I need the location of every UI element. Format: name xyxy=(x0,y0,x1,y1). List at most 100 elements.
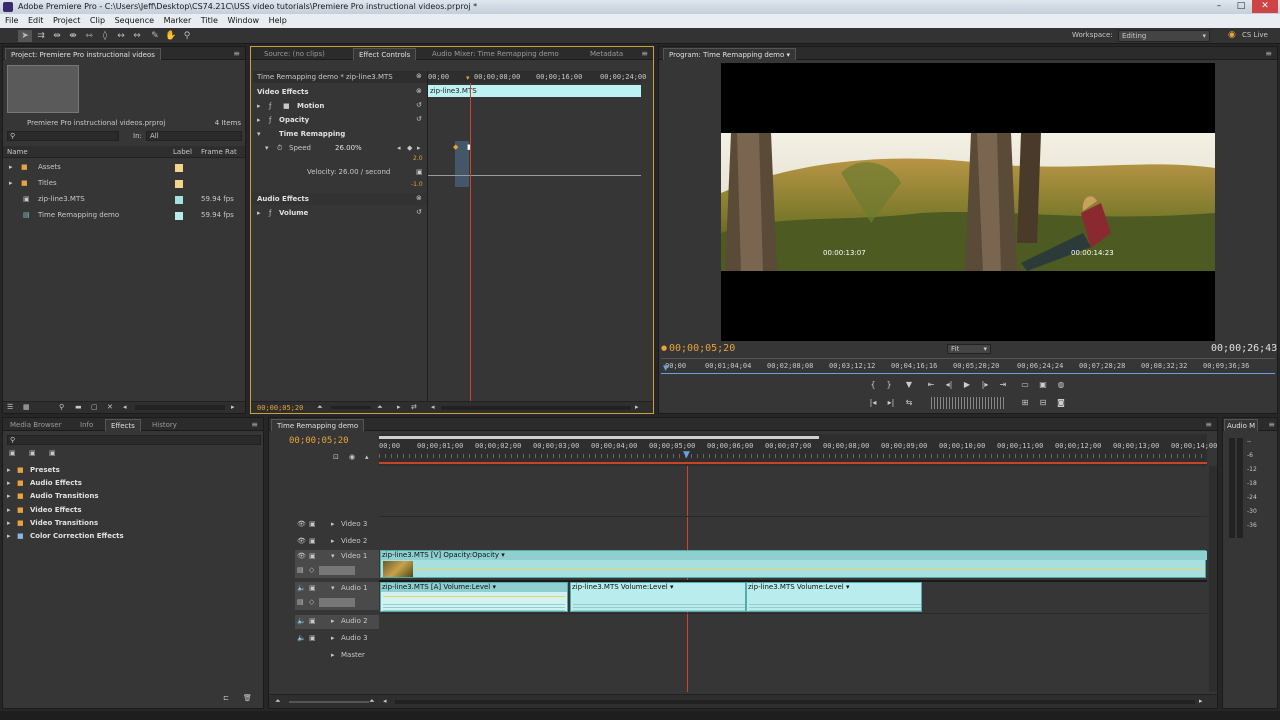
add-marker-icon[interactable]: ▴ xyxy=(365,453,369,461)
close-icon[interactable]: ✕ xyxy=(1252,0,1278,13)
trim-icon[interactable]: ◙ xyxy=(1055,398,1067,408)
menu-marker[interactable]: Marker xyxy=(164,16,192,25)
scroll-left-icon[interactable]: ◂ xyxy=(123,403,127,411)
expand-triangle-icon[interactable]: ▸ xyxy=(331,537,335,545)
expand-triangle-icon[interactable]: ▸ xyxy=(257,116,261,124)
tab-effect-controls[interactable]: Effect Controls xyxy=(353,48,417,60)
new-bin-icon[interactable]: ▬ xyxy=(75,403,82,411)
expand-triangle-icon[interactable]: ▸ xyxy=(7,506,11,514)
new-bin-icon[interactable]: ⊏ xyxy=(223,694,229,702)
menu-window[interactable]: Window xyxy=(227,16,259,25)
motion-label[interactable]: Motion xyxy=(297,102,324,110)
list-item[interactable]: ▣ zip-line3.MTS 59.94 fps xyxy=(3,193,245,207)
mark-in-icon[interactable]: { xyxy=(867,380,879,390)
keyframe-prev-icon[interactable]: ◂ xyxy=(397,144,401,152)
panel-menu-icon[interactable]: ≡ xyxy=(1265,49,1272,58)
razor-tool-icon[interactable]: ◊ xyxy=(98,30,112,42)
hand-tool-icon[interactable]: ✋ xyxy=(164,30,178,42)
play-icon[interactable]: ▶ xyxy=(961,380,973,390)
minimize-icon[interactable]: – xyxy=(1208,0,1230,13)
lock-icon[interactable]: ▣ xyxy=(309,537,316,545)
scroll-right-icon[interactable]: ▸ xyxy=(1199,697,1203,705)
tab-program[interactable]: Program: Time Remapping demo ▾ xyxy=(663,48,796,60)
column-frame-rate[interactable]: Frame Rat xyxy=(201,148,237,156)
scroll-right-icon[interactable]: ▸ xyxy=(635,403,639,411)
opacity-rubber-band[interactable] xyxy=(415,569,1205,570)
panel-menu-icon[interactable]: ≡ xyxy=(251,420,258,429)
expand-triangle-icon[interactable]: ▸ xyxy=(7,519,11,527)
lock-icon[interactable]: ▣ xyxy=(309,584,316,592)
expand-triangle-icon[interactable]: ▾ xyxy=(331,584,335,592)
expand-triangle-icon[interactable]: ▾ xyxy=(265,144,269,152)
scroll-right-icon[interactable]: ▸ xyxy=(231,403,235,411)
keyframe-navigator[interactable] xyxy=(319,598,355,607)
playhead-handle[interactable]: ▼ xyxy=(663,364,668,372)
expand-triangle-icon[interactable]: ▸ xyxy=(331,651,335,659)
playhead-handle[interactable]: ▼ xyxy=(683,450,690,460)
eye-icon[interactable]: 👁 xyxy=(297,552,306,560)
safe-margins-icon[interactable]: ▭ xyxy=(1019,380,1031,390)
lift-icon[interactable]: ⊞ xyxy=(1019,398,1031,408)
collapse-icon[interactable]: ⊗ xyxy=(416,87,422,95)
project-search-input[interactable]: ⚲ xyxy=(7,131,119,141)
expand-triangle-icon[interactable]: ▸ xyxy=(9,179,13,187)
list-item[interactable]: ▸ ■ Color Correction Effects xyxy=(3,530,263,542)
camera-icon[interactable]: ◍ xyxy=(1055,380,1067,390)
fit-select[interactable]: Fit ▾ xyxy=(947,344,991,354)
go-to-out-icon[interactable]: ⇥ xyxy=(997,380,1009,390)
speaker-icon[interactable]: 🔈 xyxy=(297,634,306,642)
panel-menu-icon[interactable]: ≡ xyxy=(1268,420,1275,429)
timeline-current-timecode[interactable]: 00;00;05;20 xyxy=(289,436,349,446)
menu-title[interactable]: Title xyxy=(201,16,218,25)
video-clip[interactable]: zip-line3.MTS [V] Opacity:Opacity ▾ xyxy=(380,550,1207,578)
play-audio-icon[interactable]: ▸ xyxy=(397,403,401,411)
reset-icon[interactable]: ↺ xyxy=(416,101,422,109)
fx-icon[interactable]: ƒ xyxy=(269,209,271,217)
tab-metadata[interactable]: Metadata xyxy=(585,48,628,60)
vertical-scrollbar[interactable] xyxy=(1209,466,1217,692)
effect-controls-timecode[interactable]: 00;00;05;20 xyxy=(257,404,303,412)
tab-info[interactable]: Info xyxy=(75,419,98,431)
step-back-icon[interactable]: ◂| xyxy=(943,380,955,390)
tab-audio-mixer[interactable]: Audio Mixer: Time Remapping demo xyxy=(427,48,564,60)
fx-icon[interactable]: ƒ xyxy=(269,102,271,110)
zoom-in-icon[interactable]: ⏶ xyxy=(369,697,375,706)
volume-rubber-band[interactable] xyxy=(383,596,565,597)
speed-value[interactable]: 26.00% xyxy=(335,144,362,152)
tab-source[interactable]: Source: (no clips) xyxy=(259,48,330,60)
tab-project[interactable]: Project: Premiere Pro instructional vide… xyxy=(5,48,161,60)
keyframe-navigator[interactable] xyxy=(319,566,355,575)
expand-triangle-icon[interactable]: ▸ xyxy=(257,102,261,110)
cs-live-label[interactable]: CS Live xyxy=(1242,31,1268,39)
selection-tool-icon[interactable]: ➤ xyxy=(18,30,32,42)
keyframe-icon[interactable]: ◇ xyxy=(309,598,314,606)
expand-triangle-icon[interactable]: ▾ xyxy=(331,552,335,560)
program-ruler[interactable]: 00;00 00;01;04;04 00;02;08;08 00;03;12;1… xyxy=(661,358,1275,372)
tab-effects[interactable]: Effects xyxy=(105,419,141,431)
step-forward-icon[interactable]: |▸ xyxy=(979,380,991,390)
tab-history[interactable]: History xyxy=(147,419,182,431)
audio-clip[interactable]: zip-line3.MTS [A] Volume:Level ▾ xyxy=(380,582,568,612)
expand-triangle-icon[interactable]: ▸ xyxy=(7,466,11,474)
maximize-icon[interactable]: □ xyxy=(1230,0,1252,13)
extract-icon[interactable]: ⊟ xyxy=(1037,398,1049,408)
scroll-left-icon[interactable]: ◂ xyxy=(431,403,435,411)
yuv-effects-icon[interactable]: ▣ xyxy=(49,449,56,457)
expand-triangle-icon[interactable]: ▸ xyxy=(7,492,11,500)
column-label[interactable]: Label xyxy=(173,148,192,156)
list-item[interactable]: ▸ ■ Audio Transitions xyxy=(3,490,263,502)
menu-file[interactable]: File xyxy=(5,16,18,25)
list-item[interactable]: ▸ ■ Presets xyxy=(3,464,263,476)
timeline-playhead[interactable] xyxy=(687,466,688,692)
pen-tool-icon[interactable]: ✎ xyxy=(148,30,162,42)
audio-clip[interactable]: zip-line3.MTS Volume:Level ▾ xyxy=(746,582,922,612)
ripple-edit-tool-icon[interactable]: ⇹ xyxy=(50,30,64,42)
effect-controls-ruler[interactable]: 00;00 00;00;08;00 00;00;16;00 00;00;24;0… xyxy=(427,71,646,83)
menu-clip[interactable]: Clip xyxy=(90,16,105,25)
tab-timeline[interactable]: Time Remapping demo xyxy=(271,419,365,431)
expand-triangle-icon[interactable]: ▾ xyxy=(257,130,261,138)
menu-sequence[interactable]: Sequence xyxy=(115,16,154,25)
go-to-in-icon[interactable]: ⇤ xyxy=(925,380,937,390)
speaker-icon[interactable]: 🔈 xyxy=(297,584,306,592)
expand-triangle-icon[interactable]: ▸ xyxy=(7,479,11,487)
